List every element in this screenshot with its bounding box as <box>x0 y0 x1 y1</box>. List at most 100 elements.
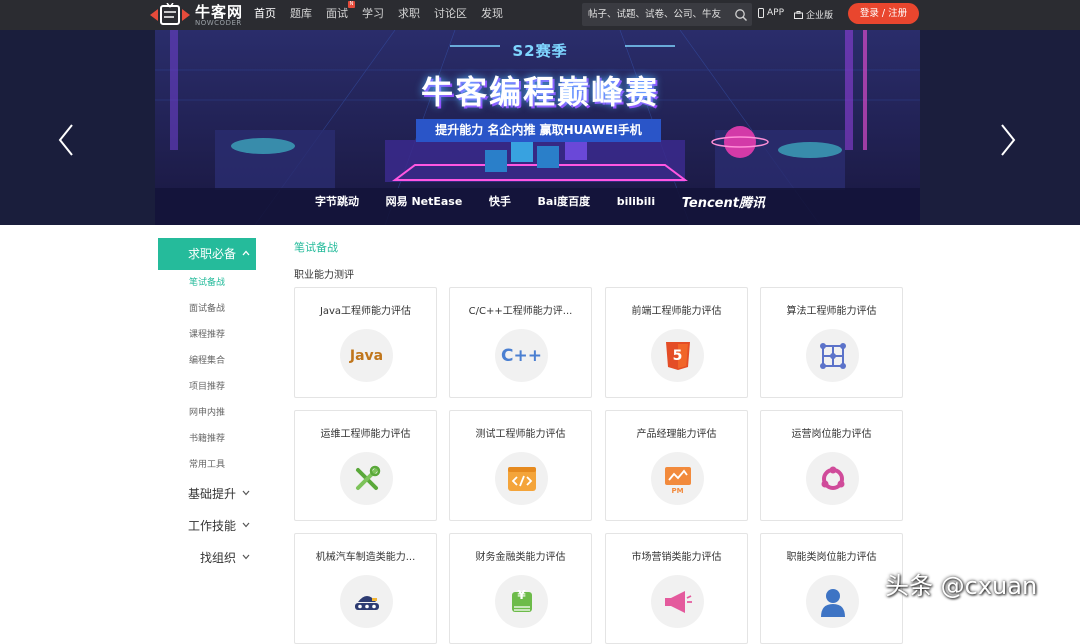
card-title: 测试工程师能力评估 <box>475 429 566 440</box>
assessment-card-operations[interactable]: 运营岗位能力评估 <box>760 410 903 521</box>
html5-icon: 5 <box>651 329 704 382</box>
app-label: APP <box>767 8 785 18</box>
card-title: 前端工程师能力评估 <box>631 306 722 317</box>
sidebar-group-label: 工作技能 <box>188 519 237 533</box>
card-title: 算法工程师能力评估 <box>786 306 877 317</box>
assessment-card-ops[interactable]: 运维工程师能力评估 <box>294 410 437 521</box>
assessment-card-mechanical[interactable]: 机械汽车制造类能力... <box>294 533 437 644</box>
sidebar-group-label: 基础提升 <box>188 487 237 501</box>
card-title: 产品经理能力评估 <box>636 429 717 440</box>
assessment-card-algorithm[interactable]: 算法工程师能力评估 <box>760 287 903 398</box>
sidebar-item-coding[interactable]: 编程集合 <box>158 348 256 374</box>
nav-jobs[interactable]: 求职 <box>398 0 420 30</box>
loop-icon <box>806 452 859 505</box>
sidebar-group-organization[interactable]: 找组织 <box>158 542 256 574</box>
pm-icon: PM <box>651 452 704 505</box>
java-icon-text: Java <box>349 347 384 364</box>
sidebar-item-courses[interactable]: 课程推荐 <box>158 322 256 348</box>
loudspeaker-icon <box>664 590 692 613</box>
algorithm-graph-icon <box>819 342 846 369</box>
app-download-link[interactable]: APP <box>758 8 784 18</box>
sidebar-item-referral[interactable]: 网申内推 <box>158 400 256 426</box>
card-title: 运营岗位能力评估 <box>791 429 872 440</box>
algorithm-icon <box>806 329 859 382</box>
nav-home[interactable]: 首页 <box>254 0 276 30</box>
nav-interview[interactable]: 面试 N <box>326 0 355 30</box>
person-icon <box>806 575 859 628</box>
sidebar-group-basics[interactable]: 基础提升 <box>158 478 256 510</box>
nav-interview-label: 面试 <box>326 7 348 20</box>
java-icon: Java <box>340 329 393 382</box>
sidebar-group-label: 找组织 <box>200 551 237 565</box>
assessment-card-java[interactable]: Java工程师能力评估 Java <box>294 287 437 398</box>
sidebar-item-interview[interactable]: 面试备战 <box>158 296 256 322</box>
partner-baidu: Bai度百度 <box>537 195 591 208</box>
main-nav: 首页 题库 面试 N 学习 求职 讨论区 发现 <box>254 0 517 30</box>
search-box <box>582 3 752 26</box>
section-title: 笔试备战 <box>294 241 338 254</box>
yen-icon: ¥ <box>495 575 548 628</box>
phone-icon <box>758 8 764 18</box>
sidebar-group-skills[interactable]: 工作技能 <box>158 510 256 542</box>
enterprise-link[interactable]: 企业版 <box>794 8 833 21</box>
nav-discover[interactable]: 发现 <box>481 0 503 30</box>
sidebar-item-books[interactable]: 书籍推荐 <box>158 426 256 452</box>
cpp-icon-text: C++ <box>501 345 542 366</box>
chevron-up-icon <box>242 250 250 256</box>
assessment-card-marketing[interactable]: 市场营销类能力评估 <box>605 533 748 644</box>
banner-title: 牛客编程巅峰赛 <box>420 73 659 111</box>
sidebar-item-written-test[interactable]: 笔试备战 <box>158 270 256 296</box>
enterprise-label: 企业版 <box>806 11 834 21</box>
nav-question-bank[interactable]: 题库 <box>290 0 312 30</box>
chevron-down-icon <box>242 522 250 528</box>
site-logo[interactable]: 牛客网 NOWCODER <box>150 2 246 28</box>
carousel-prev-icon[interactable] <box>56 122 76 158</box>
pm-icon-text: PM <box>671 487 684 495</box>
hero-banner[interactable]: S2赛季 牛客编程巅峰赛 提升能力 名企内推 赢取HUAWEI手机 字节跳动 网… <box>0 30 1080 225</box>
card-title: 运维工程师能力评估 <box>320 429 411 440</box>
partner-logos: 字节跳动 网易 NetEase 快手 Bai度百度 bilibili Tence… <box>315 191 765 211</box>
partner-bytedance: 字节跳动 <box>315 195 359 208</box>
chevron-down-icon <box>242 554 250 560</box>
nav-discuss[interactable]: 讨论区 <box>434 0 467 30</box>
assessment-card-functional[interactable]: 职能类岗位能力评估 <box>760 533 903 644</box>
assessment-card-product-manager[interactable]: 产品经理能力评估 PM <box>605 410 748 521</box>
partner-netease: 网易 NetEase <box>385 195 463 208</box>
wrench-icon <box>340 452 393 505</box>
partner-bilibili: bilibili <box>616 194 656 208</box>
yen-icon-text: ¥ <box>517 588 526 602</box>
sidebar-head-job-essentials[interactable]: 求职必备 <box>158 238 256 270</box>
search-icon[interactable] <box>734 8 748 22</box>
sidebar-item-projects[interactable]: 项目推荐 <box>158 374 256 400</box>
card-title: C/C++工程师能力评... <box>468 306 573 317</box>
megaphone-icon <box>651 575 704 628</box>
wrench-screwdriver-icon <box>355 465 380 490</box>
card-title: 市场营销类能力评估 <box>631 552 722 563</box>
cpp-icon: C++ <box>495 329 548 382</box>
sidebar: 求职必备 笔试备战 面试备战 课程推荐 编程集合 项目推荐 网申内推 书籍推荐 … <box>158 238 256 574</box>
carousel-next-icon[interactable] <box>998 122 1018 158</box>
watermark: 头条 @cxuan <box>885 572 1038 600</box>
code-window-icon <box>507 466 536 491</box>
top-navbar: 牛客网 NOWCODER 首页 题库 面试N 学习 求职 讨论区 发现 APP … <box>0 0 1080 30</box>
card-title: Java工程师能力评估 <box>319 306 412 317</box>
assessment-card-frontend[interactable]: 前端工程师能力评估 5 <box>605 287 748 398</box>
assessment-card-finance[interactable]: 财务金融类能力评估 ¥ <box>449 533 592 644</box>
nav-learn[interactable]: 学习 <box>362 0 384 30</box>
briefcase-icon <box>794 10 803 19</box>
code-icon <box>495 452 548 505</box>
search-input[interactable] <box>588 5 728 24</box>
banner-left-bg <box>0 30 155 225</box>
card-title: 职能类岗位能力评估 <box>786 552 877 563</box>
chevron-down-icon <box>242 490 250 496</box>
login-register-button[interactable]: 登录 / 注册 <box>848 3 919 24</box>
logo-mark-icon <box>150 3 190 25</box>
new-badge: N <box>348 1 355 8</box>
user-silhouette-icon <box>820 588 845 617</box>
sidebar-item-tools[interactable]: 常用工具 <box>158 452 256 478</box>
card-title: 机械汽车制造类能力... <box>315 552 416 563</box>
banner-season: S2赛季 <box>512 42 568 60</box>
assessment-card-cpp[interactable]: C/C++工程师能力评... C++ <box>449 287 592 398</box>
partner-tencent: Tencent腾讯 <box>681 195 765 211</box>
assessment-card-testing[interactable]: 测试工程师能力评估 <box>449 410 592 521</box>
